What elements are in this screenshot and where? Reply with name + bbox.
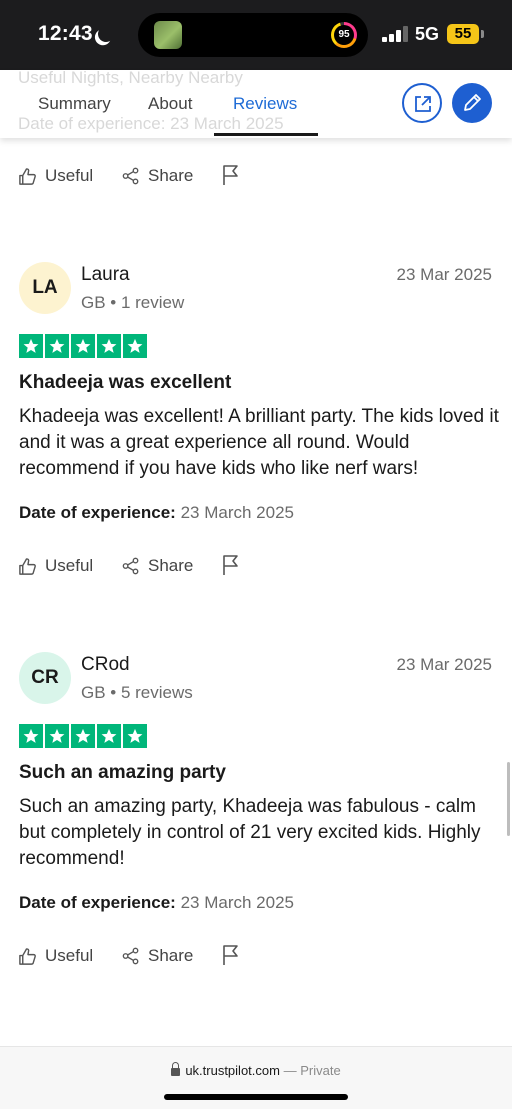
- useful-label: Useful: [45, 166, 94, 185]
- reviewer-meta: GB • 1 review: [81, 293, 185, 312]
- star-icon: [123, 334, 147, 358]
- scrolled-ghost-text: Date of experience: 23 March 2025: [18, 114, 284, 133]
- tab-header: Useful Nights, Nearby Nearby Date of exp…: [0, 68, 512, 138]
- review-body: Such an amazing party, Khadeeja was fabu…: [19, 796, 481, 869]
- scrollbar[interactable]: [507, 762, 510, 836]
- browsing-mode: Private: [300, 1063, 341, 1078]
- reviewer-review-count: 5 reviews: [120, 683, 193, 702]
- review-card: LA Laura GB • 1 review 23 Mar 2025 Khade…: [0, 262, 512, 582]
- share-label: Share: [148, 166, 194, 185]
- activity-ring-value: 95: [338, 29, 350, 40]
- share-button[interactable]: Share: [122, 944, 193, 968]
- date-of-experience: Date of experience: 23 March 2025: [19, 503, 294, 523]
- browser-address-bar[interactable]: uk.trustpilot.com — Private: [0, 1046, 512, 1109]
- review-title[interactable]: Khadeeja was excellent: [19, 372, 231, 394]
- star-icon: [45, 724, 69, 748]
- review-title[interactable]: Such an amazing party: [19, 762, 226, 784]
- url-separator: —: [283, 1063, 297, 1078]
- avatar: CR: [19, 652, 71, 704]
- share-icon: [122, 167, 139, 185]
- review-date: 23 Mar 2025: [396, 655, 492, 674]
- reviewer-country: GB: [81, 293, 106, 312]
- useful-button[interactable]: Useful: [18, 944, 93, 968]
- reviewer-country: GB: [81, 683, 106, 702]
- star-icon: [19, 724, 43, 748]
- signal-icon: [382, 26, 408, 42]
- reviewer-name[interactable]: CRod: [81, 654, 130, 676]
- scrolled-ghost-text: Useful Nights, Nearby Nearby: [18, 68, 243, 87]
- star-icon: [19, 334, 43, 358]
- star-icon: [97, 334, 121, 358]
- star-icon: [97, 724, 121, 748]
- tab-summary[interactable]: Summary: [38, 94, 111, 114]
- share-icon: [122, 947, 139, 965]
- tab-about[interactable]: About: [148, 94, 192, 114]
- useful-button[interactable]: Useful: [18, 554, 93, 578]
- star-rating: [19, 724, 149, 748]
- review-card: CR CRod GB • 5 reviews 23 Mar 2025 Such …: [0, 652, 512, 972]
- star-icon: [71, 334, 95, 358]
- review-actions: Useful Share: [18, 554, 278, 578]
- share-button[interactable]: Share: [122, 554, 193, 578]
- reviewer-name[interactable]: Laura: [81, 264, 130, 286]
- pencil-icon: [464, 94, 481, 111]
- date-of-experience: Date of experience: 23 March 2025: [19, 893, 294, 913]
- useful-label: Useful: [45, 556, 94, 575]
- date-of-experience-label: Date of experience:: [19, 893, 176, 912]
- battery-tip: [481, 30, 484, 38]
- avatar: LA: [19, 262, 71, 314]
- status-bar: 12:43 95 5G 55: [0, 0, 512, 70]
- external-link-icon: [415, 96, 431, 112]
- network-type: 5G: [415, 24, 440, 44]
- live-activity-thumbnail: [154, 21, 182, 49]
- thumbs-up-icon: [19, 947, 36, 965]
- useful-label: Useful: [45, 946, 94, 965]
- share-label: Share: [148, 556, 194, 575]
- review-actions: Useful Share: [18, 944, 278, 968]
- star-icon: [71, 724, 95, 748]
- lock-icon: [171, 1062, 181, 1076]
- battery-icon: 55: [447, 24, 479, 44]
- url-text: uk.trustpilot.com: [185, 1063, 280, 1078]
- date-of-experience-value: 23 March 2025: [180, 893, 294, 912]
- review-actions: Useful Share: [18, 164, 278, 188]
- thumbs-up-icon: [19, 167, 36, 185]
- write-review-button[interactable]: [452, 83, 492, 123]
- share-button[interactable]: Share: [122, 164, 193, 188]
- flag-icon[interactable]: [222, 944, 240, 966]
- date-of-experience-label: Date of experience:: [19, 503, 176, 522]
- useful-button[interactable]: Useful: [18, 164, 93, 188]
- reviewer-review-count: 1 review: [120, 293, 185, 312]
- review-body: Khadeeja was excellent! A brilliant part…: [19, 406, 499, 479]
- star-icon: [123, 724, 147, 748]
- open-website-button[interactable]: [402, 83, 442, 123]
- tab-reviews[interactable]: Reviews: [233, 94, 297, 114]
- activity-ring-icon: 95: [331, 22, 357, 48]
- home-indicator[interactable]: [164, 1094, 348, 1100]
- share-label: Share: [148, 946, 194, 965]
- active-tab-indicator: [214, 133, 318, 136]
- star-icon: [45, 334, 69, 358]
- date-of-experience-value: 23 March 2025: [180, 503, 294, 522]
- reviewer-meta: GB • 5 reviews: [81, 683, 193, 702]
- review-date: 23 Mar 2025: [396, 265, 492, 284]
- thumbs-up-icon: [19, 557, 36, 575]
- url-display[interactable]: uk.trustpilot.com — Private: [0, 1062, 512, 1078]
- star-rating: [19, 334, 149, 358]
- dynamic-island[interactable]: 95: [138, 13, 368, 57]
- moon-icon: [96, 24, 117, 45]
- share-icon: [122, 557, 139, 575]
- flag-icon[interactable]: [222, 164, 240, 186]
- flag-icon[interactable]: [222, 554, 240, 576]
- status-time: 12:43: [38, 22, 93, 45]
